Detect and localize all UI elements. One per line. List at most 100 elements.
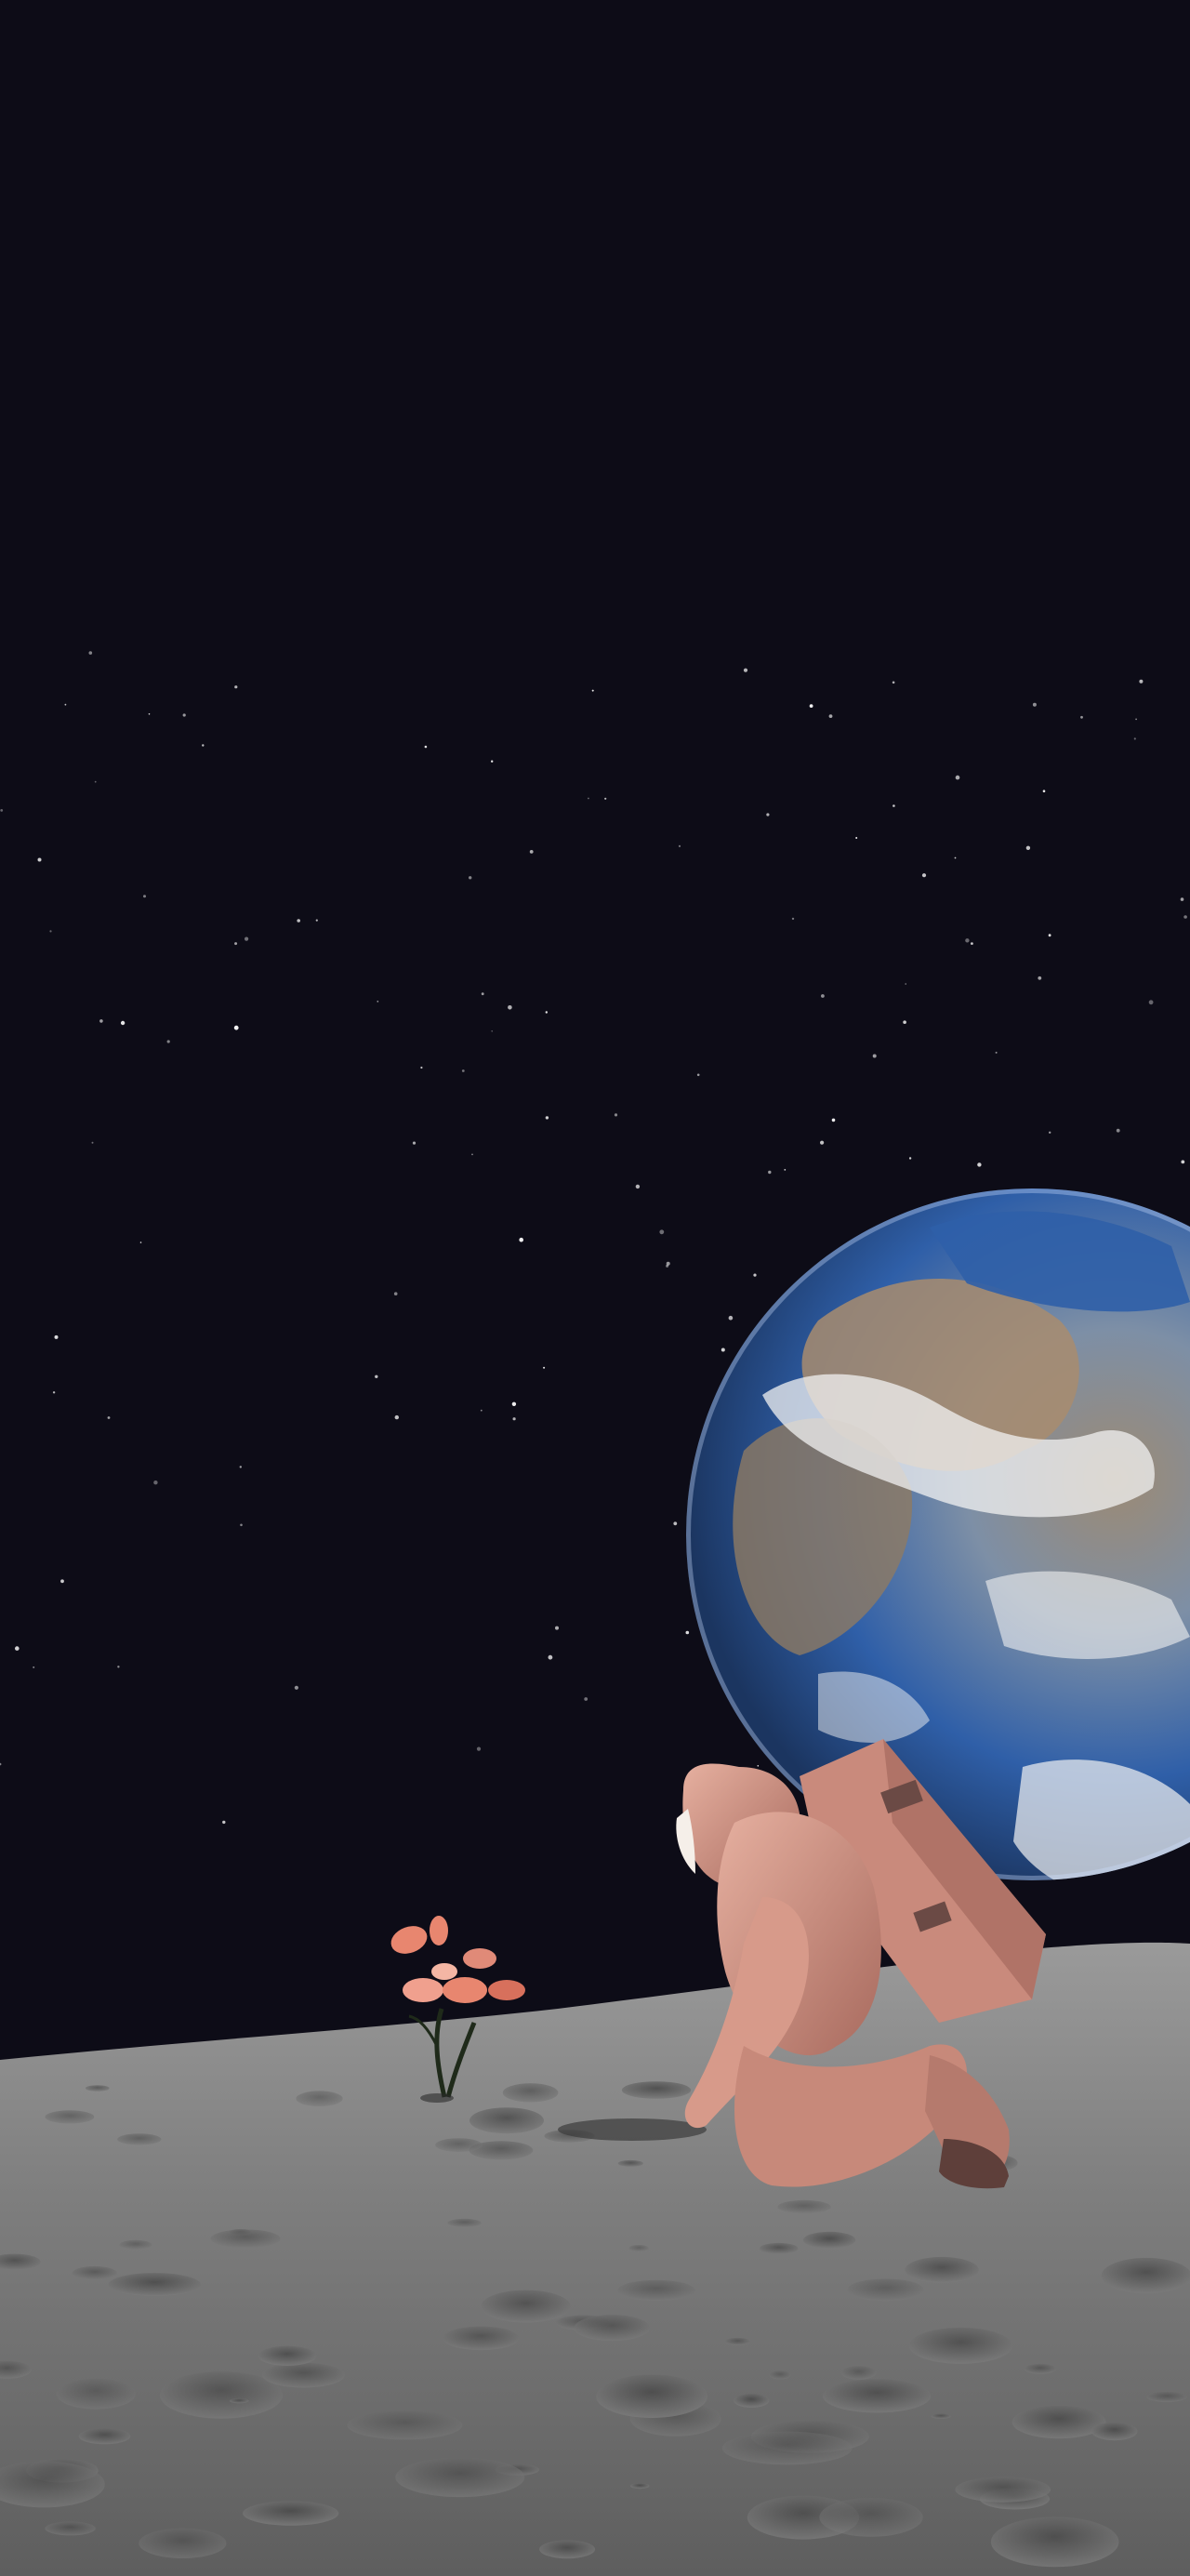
crater: [502, 2083, 559, 2103]
star: [545, 1116, 549, 1120]
star: [37, 857, 42, 862]
star: [476, 1746, 482, 1751]
star: [52, 1391, 56, 1394]
crater: [840, 2366, 877, 2380]
star: [511, 1401, 517, 1407]
star: [1032, 702, 1037, 707]
crater: [435, 2138, 483, 2153]
star: [14, 1646, 20, 1651]
star: [659, 1229, 665, 1235]
star: [892, 681, 895, 684]
star: [519, 1237, 523, 1242]
star: [768, 1170, 772, 1175]
star: [977, 1162, 982, 1167]
star: [375, 1374, 378, 1379]
crater: [45, 2521, 96, 2536]
star: [855, 837, 858, 839]
star: [1049, 1131, 1051, 1135]
star: [480, 1409, 483, 1412]
star: [721, 1348, 725, 1352]
star: [491, 760, 494, 763]
star: [294, 1685, 298, 1690]
star: [696, 1073, 700, 1077]
star: [461, 1069, 465, 1072]
star: [908, 1157, 912, 1160]
star: [148, 713, 151, 715]
star: [1181, 1160, 1185, 1164]
star: [0, 809, 4, 812]
crater: [1101, 2257, 1190, 2293]
star: [234, 685, 238, 689]
star: [1148, 1000, 1154, 1005]
crater: [819, 2498, 923, 2537]
star: [394, 1414, 399, 1420]
star: [872, 1054, 877, 1058]
star: [673, 1521, 678, 1526]
star: [64, 703, 67, 706]
star: [614, 1113, 618, 1117]
star: [239, 1466, 242, 1468]
star: [955, 775, 960, 780]
crater: [1146, 2391, 1187, 2402]
star: [1135, 718, 1137, 721]
star: [892, 804, 895, 807]
star: [491, 1030, 493, 1032]
star: [143, 895, 146, 898]
star: [245, 936, 249, 941]
star: [828, 714, 833, 718]
star: [222, 1820, 226, 1825]
star: [1133, 737, 1136, 740]
star: [604, 797, 607, 800]
crater: [139, 2528, 227, 2558]
star: [508, 1005, 512, 1010]
star: [240, 1523, 243, 1527]
star: [821, 994, 825, 998]
wallpaper-scene: [0, 0, 1190, 2576]
star: [202, 744, 205, 747]
crater: [628, 2245, 649, 2252]
star: [831, 1118, 836, 1122]
star: [543, 1366, 546, 1369]
star: [481, 992, 484, 996]
star: [635, 1184, 641, 1189]
star: [377, 1001, 379, 1003]
crater: [108, 2273, 201, 2297]
star: [471, 1153, 473, 1156]
crater: [296, 2091, 343, 2106]
astronaut-shadow: [558, 2118, 707, 2141]
star: [99, 1019, 103, 1023]
star: [469, 876, 472, 880]
crater: [769, 2370, 791, 2380]
star: [728, 1315, 734, 1321]
crater: [724, 2337, 750, 2345]
crater: [539, 2540, 596, 2559]
star: [1080, 715, 1083, 719]
star: [166, 1040, 170, 1043]
star: [954, 856, 957, 859]
crater: [78, 2428, 131, 2445]
crater: [621, 2081, 692, 2099]
star: [1038, 976, 1042, 980]
star: [117, 1666, 120, 1668]
crater: [258, 2345, 317, 2366]
star: [678, 844, 681, 848]
star: [784, 1169, 787, 1171]
crater: [931, 2413, 951, 2419]
star: [315, 919, 318, 922]
star: [412, 1141, 416, 1145]
star: [921, 873, 927, 878]
star: [91, 1141, 94, 1144]
crater: [347, 2410, 463, 2440]
star: [1042, 790, 1046, 792]
star: [588, 797, 589, 800]
crater: [210, 2229, 281, 2249]
crater: [822, 2379, 932, 2413]
star: [1025, 845, 1031, 850]
crater: [777, 2199, 831, 2214]
crater: [905, 2256, 979, 2283]
star: [1116, 1128, 1120, 1133]
star: [766, 813, 770, 817]
crater: [847, 2278, 924, 2302]
crater: [574, 2315, 650, 2342]
crater: [119, 2239, 152, 2250]
